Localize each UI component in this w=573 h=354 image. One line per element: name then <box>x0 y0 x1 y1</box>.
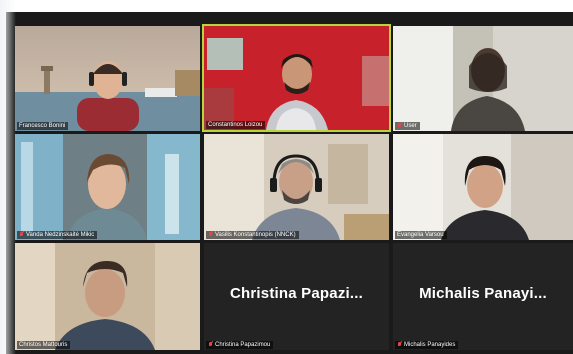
participant-video <box>393 26 573 131</box>
microphone-muted-icon <box>208 232 213 238</box>
participant-tile-christos[interactable]: Christos Mattouris <box>15 243 200 350</box>
participant-video <box>15 26 200 131</box>
participant-name-label: Michalis Panayides <box>395 341 459 349</box>
participant-video <box>204 134 389 240</box>
participant-video <box>15 243 200 350</box>
participant-display-name: Michalis Panayi... <box>419 285 547 302</box>
participant-tile-francesco[interactable]: Francesco Bonini <box>15 26 200 131</box>
participant-tile-evangelia[interactable]: Evangelia Varsou <box>393 134 573 240</box>
participant-video <box>204 26 389 130</box>
participant-name-label: Evangelia Varsou <box>395 231 447 239</box>
video-gallery: Francesco Bonini Constantinos Loizou Use… <box>6 12 573 354</box>
participant-name-label: Francesco Bonini <box>17 122 69 130</box>
participant-name-label: Christina Papazimou <box>206 341 274 349</box>
participant-tile-vanda[interactable]: Vanda Nedzinskaitė Mikic <box>15 134 200 240</box>
participant-video <box>15 134 200 240</box>
participant-name-label: Vanda Nedzinskaitė Mikic <box>17 231 98 239</box>
microphone-muted-icon <box>19 232 24 238</box>
participant-name-label: Christos Mattouris <box>17 341 71 349</box>
microphone-muted-icon <box>397 123 402 129</box>
participant-name-label: Vasilis Konstantinopis (NNCK) <box>206 231 299 239</box>
participant-name-label: Constantinos Loizou <box>206 121 266 129</box>
participant-name-label: User <box>395 122 420 130</box>
participant-tile-user[interactable]: User <box>393 26 573 131</box>
participant-display-name: Christina Papazi... <box>230 285 363 302</box>
microphone-muted-icon <box>208 342 213 348</box>
participant-tile-constantinos[interactable]: Constantinos Loizou <box>202 24 391 132</box>
participant-video <box>393 134 573 240</box>
microphone-muted-icon <box>397 342 402 348</box>
participant-tile-christina[interactable]: Christina Papazi... Christina Papazimou <box>204 243 389 350</box>
participant-tile-michalis[interactable]: Michalis Panayi... Michalis Panayides <box>393 243 573 350</box>
participant-tile-vasilis[interactable]: Vasilis Konstantinopis (NNCK) <box>204 134 389 240</box>
